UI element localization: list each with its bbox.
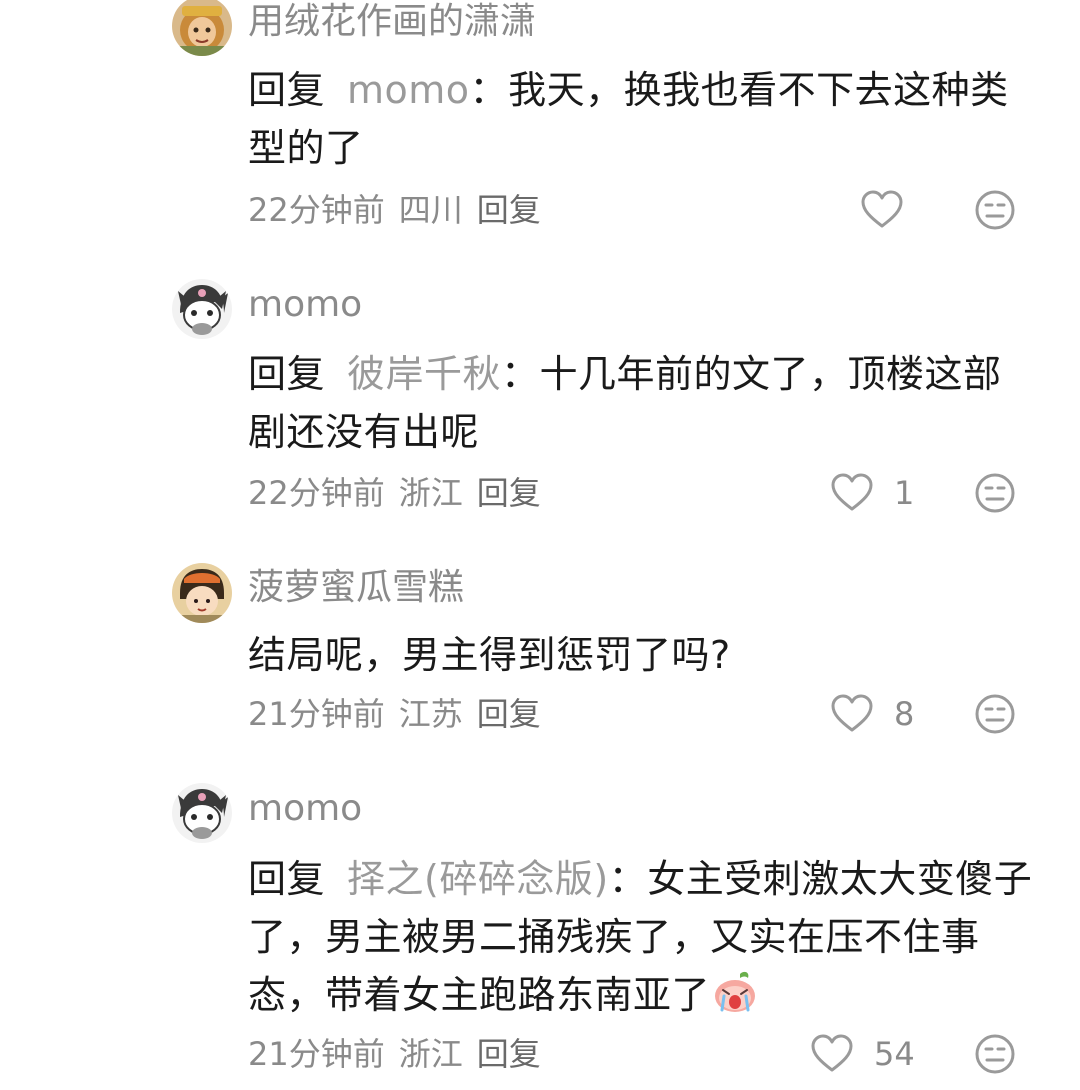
reply-separator: ：: [608, 857, 648, 901]
comment-text: 结局呢，男主得到惩罚了吗?: [248, 626, 1038, 684]
heart-outline-icon: [831, 694, 873, 732]
like-count: 54: [874, 1035, 915, 1073]
kuromi-avatar: [172, 279, 232, 339]
avatar[interactable]: [172, 279, 232, 339]
dislike-button[interactable]: [974, 693, 1016, 735]
comment-body: 结局呢，男主得到惩罚了吗?: [248, 633, 731, 677]
comment-meta: 22分钟前 四川 回复: [248, 190, 541, 230]
comment-time: 22分钟前: [248, 474, 385, 512]
heart-outline-icon: [831, 473, 873, 511]
dislike-button[interactable]: [974, 472, 1016, 514]
like-button[interactable]: [860, 188, 904, 232]
comment-location: 江苏: [398, 695, 463, 733]
comment-location: 浙江: [398, 1035, 463, 1073]
comment-time: 22分钟前: [248, 191, 385, 229]
comment-time: 21分钟前: [248, 695, 385, 733]
avatar[interactable]: [172, 0, 232, 56]
username[interactable]: 菠萝蜜瓜雪糕: [248, 566, 464, 610]
comment-text: 回复 择之(碎碎念版)：女主受刺激太大变傻子了，男主被男二捅残疾了，又实在压不住事…: [248, 850, 1038, 1024]
username[interactable]: 用绒花作画的潇潇: [248, 0, 536, 44]
like-button[interactable]: 54: [810, 1032, 915, 1076]
comment-time: 21分钟前: [248, 1035, 385, 1073]
reply-button[interactable]: 回复: [477, 474, 541, 512]
avatar[interactable]: [172, 563, 232, 623]
comment-meta: 21分钟前 江苏 回复: [248, 694, 541, 734]
reply-target[interactable]: 彼岸千秋: [347, 352, 501, 396]
reply-button[interactable]: 回复: [477, 191, 541, 229]
like-count: 8: [894, 695, 915, 733]
reply-separator: ：: [469, 68, 509, 112]
reply-prefix: 回复: [248, 857, 326, 901]
reply-target[interactable]: 择之(碎碎念版): [347, 857, 609, 901]
avatar[interactable]: [172, 783, 232, 843]
comment-text: 回复 momo：我天，换我也看不下去这种类型的了: [248, 61, 1038, 177]
comment-location: 浙江: [398, 474, 463, 512]
like-button[interactable]: 8: [830, 692, 914, 736]
comment-location: 四川: [398, 191, 463, 229]
neutral-face-icon: [975, 1034, 1015, 1074]
reply-separator: ：: [501, 352, 540, 396]
heart-outline-icon: [811, 1034, 853, 1072]
dislike-button[interactable]: [974, 189, 1016, 231]
neutral-face-icon: [975, 190, 1015, 230]
like-count: 1: [894, 474, 915, 512]
crying-peach-emoji: [715, 971, 756, 1012]
comment-text: 回复 彼岸千秋：十几年前的文了，顶楼这部剧还没有出呢: [248, 345, 1038, 461]
comment-meta: 21分钟前 浙江 回复: [248, 1034, 541, 1074]
kuromi-avatar: [172, 783, 232, 843]
username[interactable]: momo: [248, 283, 362, 327]
neutral-face-icon: [975, 694, 1015, 734]
reply-button[interactable]: 回复: [477, 695, 541, 733]
like-button[interactable]: 1: [830, 471, 914, 515]
reply-prefix: 回复: [248, 68, 326, 112]
reply-prefix: 回复: [248, 352, 326, 396]
maruko-avatar: [172, 563, 232, 623]
username[interactable]: momo: [248, 787, 362, 831]
reply-target[interactable]: momo: [347, 68, 470, 112]
comment-meta: 22分钟前 浙江 回复: [248, 473, 541, 513]
neutral-face-icon: [975, 473, 1015, 513]
heart-outline-icon: [861, 190, 903, 228]
dislike-button[interactable]: [974, 1033, 1016, 1075]
reply-button[interactable]: 回复: [477, 1035, 541, 1073]
monkey-king-avatar: [172, 0, 232, 56]
